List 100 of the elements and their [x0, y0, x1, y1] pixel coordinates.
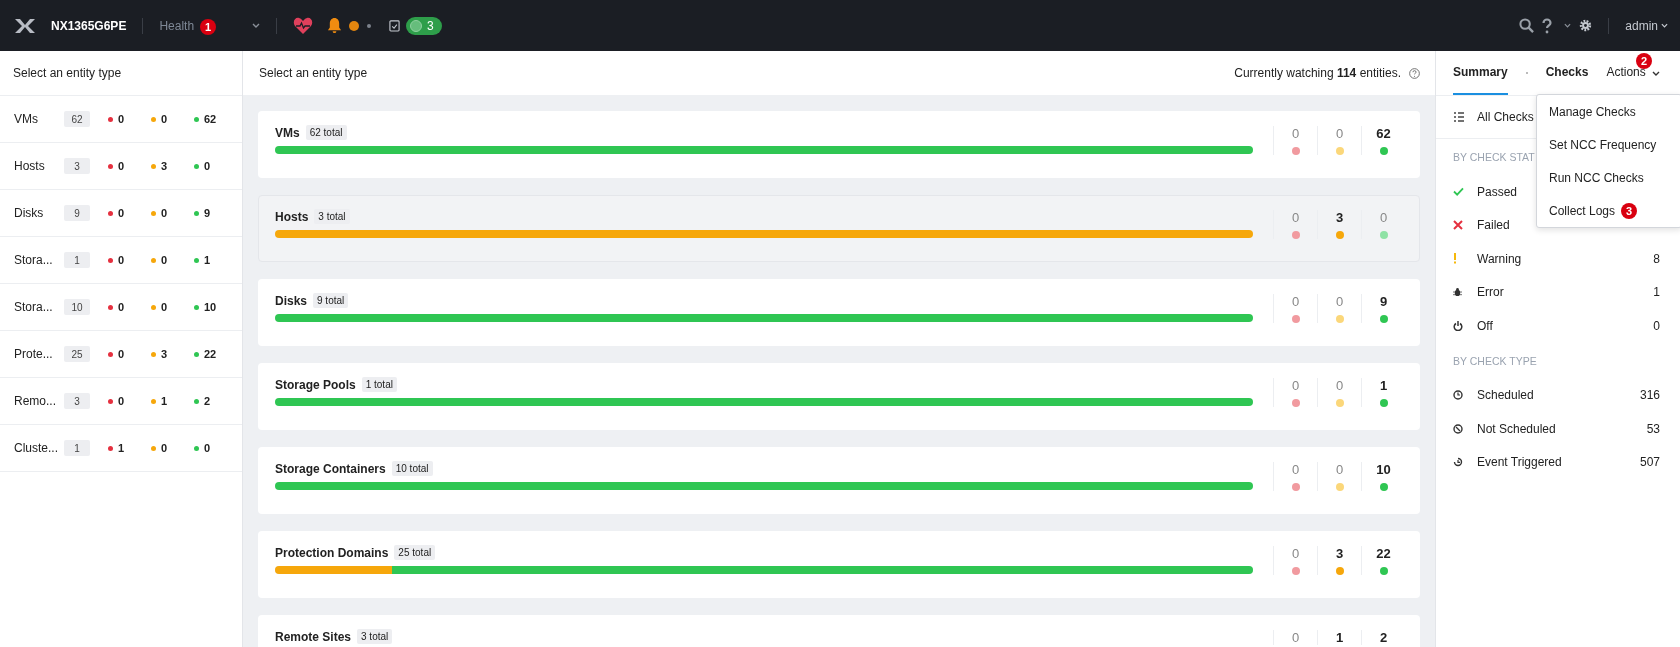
status-dot	[1291, 567, 1300, 575]
filter-list-icon	[1453, 111, 1465, 123]
count-value: 3	[1335, 210, 1344, 225]
status-dot	[108, 398, 113, 404]
count-value: 10	[1376, 462, 1391, 477]
count-value: 1	[161, 395, 168, 407]
health-menu[interactable]: Health	[159, 18, 195, 33]
entity-row[interactable]: Disks 9 0 0 9	[0, 190, 242, 237]
menu-item[interactable]: Manage Checks	[1549, 104, 1636, 119]
entity-row[interactable]: Prote... 25 0 3 22	[0, 331, 242, 378]
menu-item[interactable]: Collect Logs	[1549, 203, 1616, 218]
count-value: 0	[1291, 630, 1300, 645]
status-dot	[194, 398, 199, 404]
entity-card[interactable]: Storage Pools 1 total 0 0 1	[258, 363, 1420, 430]
status-dot	[151, 351, 156, 357]
check-label[interactable]: Warning	[1477, 251, 1522, 266]
entity-row[interactable]: Remo... 3 0 1 2	[0, 378, 242, 425]
check-label[interactable]: Failed	[1477, 218, 1510, 233]
logo-icon[interactable]	[14, 17, 36, 34]
status-dot	[194, 304, 199, 310]
panel-title: Select an entity type	[13, 66, 122, 80]
annotation-badge: 3	[1621, 202, 1638, 219]
status-dot	[108, 445, 113, 451]
entity-card[interactable]: Storage Containers 10 total 0 0 10	[258, 447, 1420, 514]
status-dot	[349, 20, 360, 31]
status-dot	[1335, 315, 1344, 323]
entity-card[interactable]: Protection Domains 25 total 0 3 22	[258, 531, 1420, 598]
check-label[interactable]: Scheduled	[1477, 388, 1534, 403]
user-menu[interactable]: admin	[1625, 18, 1668, 33]
check-label[interactable]: Off	[1477, 318, 1493, 333]
entity-row[interactable]: VMs 62 0 0 62	[0, 96, 242, 143]
heart-icon[interactable]	[293, 16, 314, 35]
chevron-icon[interactable]	[252, 23, 261, 28]
count-badge: 3	[64, 158, 90, 174]
tab[interactable]: Summary	[1453, 51, 1508, 95]
entity-name: Hosts	[14, 159, 46, 173]
status-dot	[1291, 315, 1300, 323]
chevron-icon[interactable]	[1651, 70, 1660, 76]
section-heading: BY CHECK TYPE	[1452, 353, 1537, 369]
menu-item[interactable]: Run NCC Checks	[1549, 170, 1644, 185]
entity-card[interactable]: VMs 62 total 0 0 62	[258, 111, 1420, 178]
status-dot	[194, 163, 199, 169]
entity-name: Stora...	[14, 300, 54, 314]
annotation-badge: 1	[200, 19, 217, 35]
check-icon	[1453, 187, 1464, 197]
check-label[interactable]: Not Scheduled	[1477, 421, 1556, 436]
count-value: 0	[1291, 210, 1300, 225]
entity-card[interactable]: Disks 9 total 0 0 9	[258, 279, 1420, 346]
check-count: 53	[1646, 421, 1660, 436]
entity-row[interactable]: Stora... 10 0 0 10	[0, 284, 242, 331]
watching-text: Currently watching 114 entities.	[1234, 66, 1401, 80]
count-badge: 10 total	[391, 461, 433, 476]
tab[interactable]: Checks	[1545, 51, 1589, 95]
status-dot	[151, 163, 156, 169]
count-value: 1	[1335, 630, 1344, 645]
check-label[interactable]: Passed	[1477, 184, 1518, 199]
status-dot	[108, 116, 113, 122]
status-dot	[367, 23, 372, 28]
count-value: 22	[1376, 546, 1391, 561]
search-icon[interactable]	[1519, 18, 1535, 33]
entity-name: Remote Sites	[275, 629, 352, 644]
status-dot	[194, 445, 199, 451]
filter-label[interactable]: All Checks	[1477, 110, 1534, 124]
entity-row[interactable]: Stora... 1 0 0 1	[0, 237, 242, 284]
check-count: 0	[1653, 318, 1660, 333]
count-value: 0	[204, 160, 211, 172]
annotation-badge: 2	[1636, 53, 1652, 69]
entity-card[interactable]: Hosts 3 total 0 3 0	[258, 195, 1420, 262]
help-icon[interactable]	[1409, 67, 1420, 79]
status-dot	[1379, 399, 1388, 407]
entity-name: Disks	[275, 293, 308, 308]
section-heading: BY CHECK STAT	[1452, 150, 1535, 165]
status-dot	[1335, 483, 1344, 491]
entity-row[interactable]: Hosts 3 0 3 0	[0, 143, 242, 190]
bell-icon[interactable]	[327, 17, 343, 34]
status-dot	[108, 351, 113, 357]
count-value: 0	[118, 207, 125, 219]
clock-icon	[1453, 390, 1463, 401]
count-value: 0	[1379, 210, 1388, 225]
count-value: 0	[161, 113, 168, 125]
menu-item[interactable]: Set NCC Frequency	[1549, 137, 1657, 152]
count-value: 0	[161, 254, 168, 266]
help-icon[interactable]	[1542, 17, 1553, 34]
check-label[interactable]: Event Triggered	[1477, 455, 1562, 470]
entity-row[interactable]: Cluste... 1 1 0 0	[0, 425, 242, 472]
status-dot	[1291, 231, 1300, 239]
count-badge: 62 total	[305, 125, 347, 140]
clipboard-icon[interactable]	[389, 19, 401, 32]
count-value: 2	[204, 395, 211, 407]
status-dot	[194, 351, 199, 357]
count-value: 0	[1335, 462, 1344, 477]
entity-name: VMs	[14, 112, 39, 126]
status-dot	[1379, 483, 1388, 491]
entity-card[interactable]: Remote Sites 3 total 0 1 2	[258, 615, 1420, 647]
check-label[interactable]: Error	[1477, 285, 1504, 300]
settings-icon[interactable]	[1579, 19, 1593, 32]
count-value: 0	[1335, 378, 1344, 393]
count-badge: 9 total	[313, 293, 349, 308]
bug-icon	[1453, 287, 1462, 298]
check-count: 8	[1653, 251, 1660, 266]
